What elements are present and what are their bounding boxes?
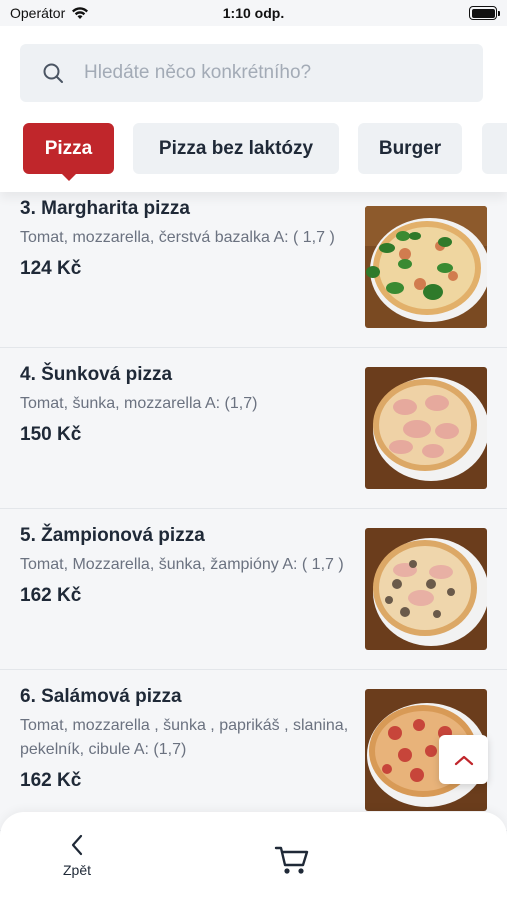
bottom-bar: Zpět bbox=[0, 812, 507, 900]
back-label: Zpět bbox=[62, 862, 91, 878]
pizza-image bbox=[365, 367, 487, 489]
chevron-left-icon bbox=[71, 834, 83, 856]
item-name: 5. Žampionová pizza bbox=[20, 525, 205, 546]
item-name: 3. Margharita pizza bbox=[20, 198, 190, 219]
search-icon bbox=[43, 63, 63, 83]
item-price: 162 Kč bbox=[20, 585, 82, 606]
status-bar: Operátor 1:10 odp. bbox=[0, 0, 507, 26]
tab-pizza-bez-laktozy[interactable]: Pizza bez laktózy bbox=[133, 123, 339, 174]
cart-icon bbox=[274, 846, 309, 874]
battery-icon bbox=[469, 6, 500, 20]
item-description: Tomat, mozzarella , šunka , paprikáš , s… bbox=[20, 717, 349, 758]
item-description: Tomat, šunka, mozzarella A: (1,7) bbox=[20, 395, 258, 412]
chevron-up-icon bbox=[454, 755, 473, 765]
item-price: 162 Kč bbox=[20, 770, 82, 791]
header: Pizza Pizza bez laktózy Burger bbox=[0, 26, 507, 192]
cart-button[interactable] bbox=[272, 840, 312, 880]
carrier-label: Operátor bbox=[10, 5, 66, 21]
item-price: 150 Kč bbox=[20, 424, 82, 445]
status-left: Operátor bbox=[10, 5, 89, 21]
scroll-to-top-button[interactable] bbox=[439, 735, 488, 784]
tab-pizza[interactable]: Pizza bbox=[23, 123, 114, 181]
item-price: 124 Kč bbox=[20, 258, 82, 279]
search-input[interactable] bbox=[84, 62, 454, 84]
item-description: Tomat, mozzarella, čerstvá bazalka A: ( … bbox=[20, 229, 335, 246]
item-text: 4. Šunková pizza Tomat, šunka, mozzarell… bbox=[20, 348, 350, 446]
item-name: 6. Salámová pizza bbox=[20, 686, 182, 707]
tab-label: Pizza bez laktózy bbox=[158, 137, 314, 159]
pizza-image bbox=[365, 206, 487, 328]
item-text: 3. Margharita pizza Tomat, mozzarella, č… bbox=[20, 182, 350, 280]
tab-more[interactable] bbox=[482, 123, 507, 174]
list-item[interactable]: 4. Šunková pizza Tomat, šunka, mozzarell… bbox=[0, 348, 507, 509]
item-text: 5. Žampionová pizza Tomat, Mozzarella, š… bbox=[20, 509, 350, 607]
item-description: Tomat, Mozzarella, šunka, žampióny A: ( … bbox=[20, 556, 344, 573]
list-item[interactable]: 5. Žampionová pizza Tomat, Mozzarella, š… bbox=[0, 509, 507, 670]
list-item[interactable]: 3. Margharita pizza Tomat, mozzarella, č… bbox=[0, 182, 507, 348]
item-name: 4. Šunková pizza bbox=[20, 364, 173, 385]
list-item[interactable]: 6. Salámová pizza Tomat, mozzarella , šu… bbox=[0, 670, 507, 831]
search-box[interactable] bbox=[20, 44, 483, 102]
tab-burger[interactable]: Burger bbox=[358, 123, 462, 174]
category-tabs: Pizza Pizza bez laktózy Burger bbox=[0, 123, 507, 183]
pizza-image bbox=[365, 528, 487, 650]
back-button[interactable]: Zpět bbox=[52, 834, 102, 884]
item-text: 6. Salámová pizza Tomat, mozzarella , šu… bbox=[20, 670, 350, 792]
wifi-icon bbox=[72, 7, 89, 19]
tab-label: Burger bbox=[378, 137, 442, 159]
tab-label: Pizza bbox=[44, 137, 93, 159]
